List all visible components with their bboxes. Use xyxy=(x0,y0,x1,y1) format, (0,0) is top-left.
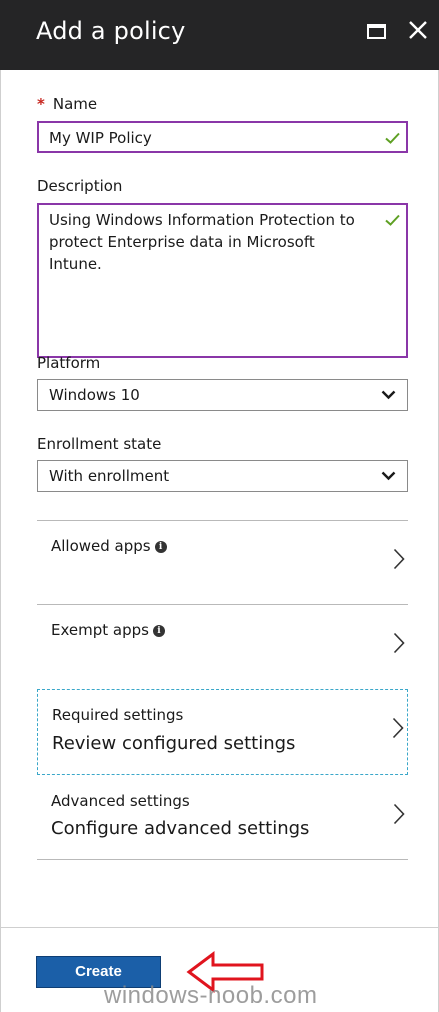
watermark: windows-noob.com xyxy=(104,982,318,1009)
exempt-apps-label: Exempt apps i xyxy=(51,621,165,639)
footer-divider xyxy=(0,927,439,928)
required-settings-label: Required settings xyxy=(52,706,184,724)
enrollment-state-selected-value: With enrollment xyxy=(49,467,170,485)
blade-title: Add a policy xyxy=(36,17,186,45)
allowed-apps-row[interactable]: Allowed apps i xyxy=(37,521,408,604)
description-label: Description xyxy=(37,177,123,195)
close-icon[interactable] xyxy=(406,18,430,42)
advanced-settings-value: Configure advanced settings xyxy=(51,818,310,839)
checkmark-icon xyxy=(385,132,400,144)
required-marker: * xyxy=(37,95,45,113)
platform-selected-value: Windows 10 xyxy=(49,386,140,404)
chevron-down-icon xyxy=(381,471,396,481)
name-input-value: My WIP Policy xyxy=(49,129,152,147)
required-settings-value: Review configured settings xyxy=(52,733,296,754)
required-settings-row[interactable]: Required settings Review configured sett… xyxy=(37,689,408,775)
info-icon: i xyxy=(154,541,167,553)
advanced-settings-row[interactable]: Advanced settings Configure advanced set… xyxy=(37,776,408,859)
name-label: * Name xyxy=(37,95,98,113)
chevron-right-icon xyxy=(392,717,404,739)
description-textarea[interactable]: Using Windows Information Protection to … xyxy=(37,203,408,358)
checkmark-icon xyxy=(385,214,400,226)
platform-select[interactable]: Windows 10 xyxy=(37,379,408,411)
chevron-right-icon xyxy=(393,803,405,825)
divider xyxy=(37,859,408,860)
title-bar: Add a policy xyxy=(0,0,439,70)
policy-form-panel: * Name My WIP Policy Description Using Wi… xyxy=(0,70,439,1012)
chevron-right-icon xyxy=(393,548,405,570)
info-icon: i xyxy=(152,625,165,637)
platform-label: Platform xyxy=(37,354,101,372)
name-input[interactable]: My WIP Policy xyxy=(37,121,408,153)
chevron-right-icon xyxy=(393,632,405,654)
allowed-apps-label: Allowed apps i xyxy=(51,537,167,555)
description-value: Using Windows Information Protection to … xyxy=(49,211,355,273)
enrollment-state-select[interactable]: With enrollment xyxy=(37,460,408,492)
maximize-icon[interactable] xyxy=(367,24,386,39)
enrollment-state-label: Enrollment state xyxy=(37,435,162,453)
chevron-down-icon xyxy=(381,390,396,400)
advanced-settings-label: Advanced settings xyxy=(51,792,190,810)
exempt-apps-row[interactable]: Exempt apps i xyxy=(37,605,408,688)
